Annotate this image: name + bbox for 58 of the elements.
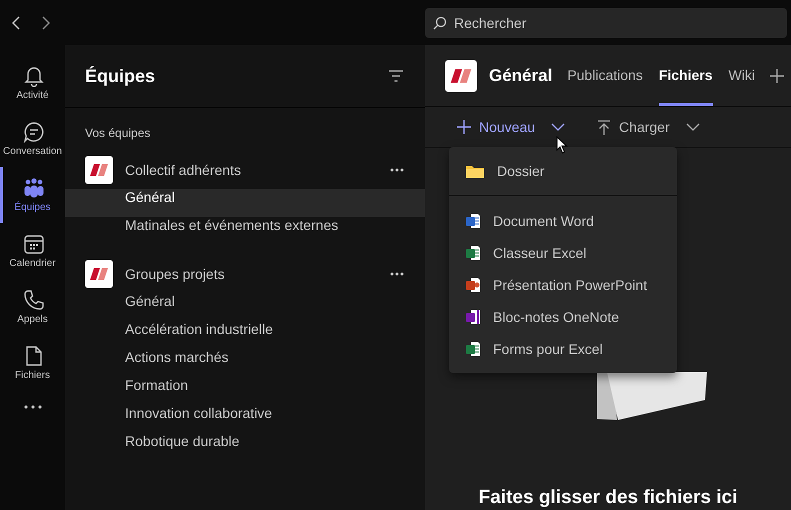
chat-icon: [23, 121, 45, 143]
team-logo: [445, 60, 477, 92]
plus-icon: [457, 120, 471, 134]
menu-item[interactable]: Classeur Excel: [449, 237, 677, 269]
back-icon[interactable]: [11, 16, 21, 30]
channel-item[interactable]: Robotique durable: [65, 433, 425, 461]
team-logo: [85, 156, 113, 184]
rail-item[interactable]: Calendrier: [0, 223, 65, 279]
tab[interactable]: Fichiers: [658, 45, 713, 106]
search-field[interactable]: Rechercher: [425, 8, 787, 38]
forward-icon[interactable]: [41, 16, 51, 30]
channel-item[interactable]: Innovation collaborative: [65, 405, 425, 433]
menu-item[interactable]: Présentation PowerPoint: [449, 269, 677, 301]
document-icon: [465, 213, 481, 229]
channel-title: Général: [489, 66, 552, 86]
more-icon[interactable]: [390, 272, 404, 276]
channel-item[interactable]: Matinales et événements externes: [65, 217, 425, 245]
empty-message: Faites glisser des fichiers ici: [478, 487, 738, 509]
team-row[interactable]: Groupes projets: [65, 258, 425, 290]
menu-item[interactable]: Bloc-notes OneNote: [449, 301, 677, 333]
rail-item[interactable]: Fichiers: [0, 335, 65, 391]
rail-item[interactable]: Appels: [0, 279, 65, 335]
calendar-icon: [23, 233, 45, 255]
presentation-icon: [465, 277, 481, 293]
team-row[interactable]: Collectif adhérents: [65, 154, 425, 186]
search-icon: [433, 16, 447, 30]
more-icon[interactable]: [24, 405, 42, 409]
add-tab-icon[interactable]: [768, 68, 785, 84]
phone-icon: [23, 289, 45, 311]
channel-item[interactable]: Accélération industrielle: [65, 321, 425, 349]
section-label: Vos équipes: [84, 125, 152, 142]
channel-item[interactable]: Général: [65, 189, 425, 217]
panel-title: Équipes: [85, 66, 156, 86]
cursor-icon: [556, 136, 568, 154]
spreadsheet-icon: [465, 341, 481, 357]
tab[interactable]: Publications: [567, 45, 643, 106]
people-icon: [23, 177, 45, 199]
tab[interactable]: Wiki: [728, 45, 755, 106]
channel-item[interactable]: Actions marchés: [65, 349, 425, 377]
spreadsheet-icon: [465, 245, 481, 261]
toolbar-button[interactable]: Charger: [597, 119, 700, 135]
rail-item[interactable]: Conversation: [0, 111, 65, 167]
filter-icon[interactable]: [388, 70, 404, 82]
channel-item[interactable]: Général: [65, 293, 425, 321]
folder-icon: [465, 163, 485, 179]
team-logo: [85, 260, 113, 288]
menu-item[interactable]: Dossier: [449, 151, 677, 191]
menu-item[interactable]: Forms pour Excel: [449, 333, 677, 365]
more-icon[interactable]: [390, 168, 404, 172]
upload-icon: [597, 120, 612, 134]
notebook-icon: [465, 309, 481, 325]
bell-icon: [23, 65, 45, 87]
caret-icon: [686, 123, 700, 131]
rail-item[interactable]: Activité: [0, 55, 65, 111]
toolbar-button[interactable]: Nouveau: [457, 119, 566, 135]
channel-item[interactable]: Formation: [65, 377, 425, 405]
menu-item[interactable]: Document Word: [449, 205, 677, 237]
caret-icon: [551, 123, 566, 131]
